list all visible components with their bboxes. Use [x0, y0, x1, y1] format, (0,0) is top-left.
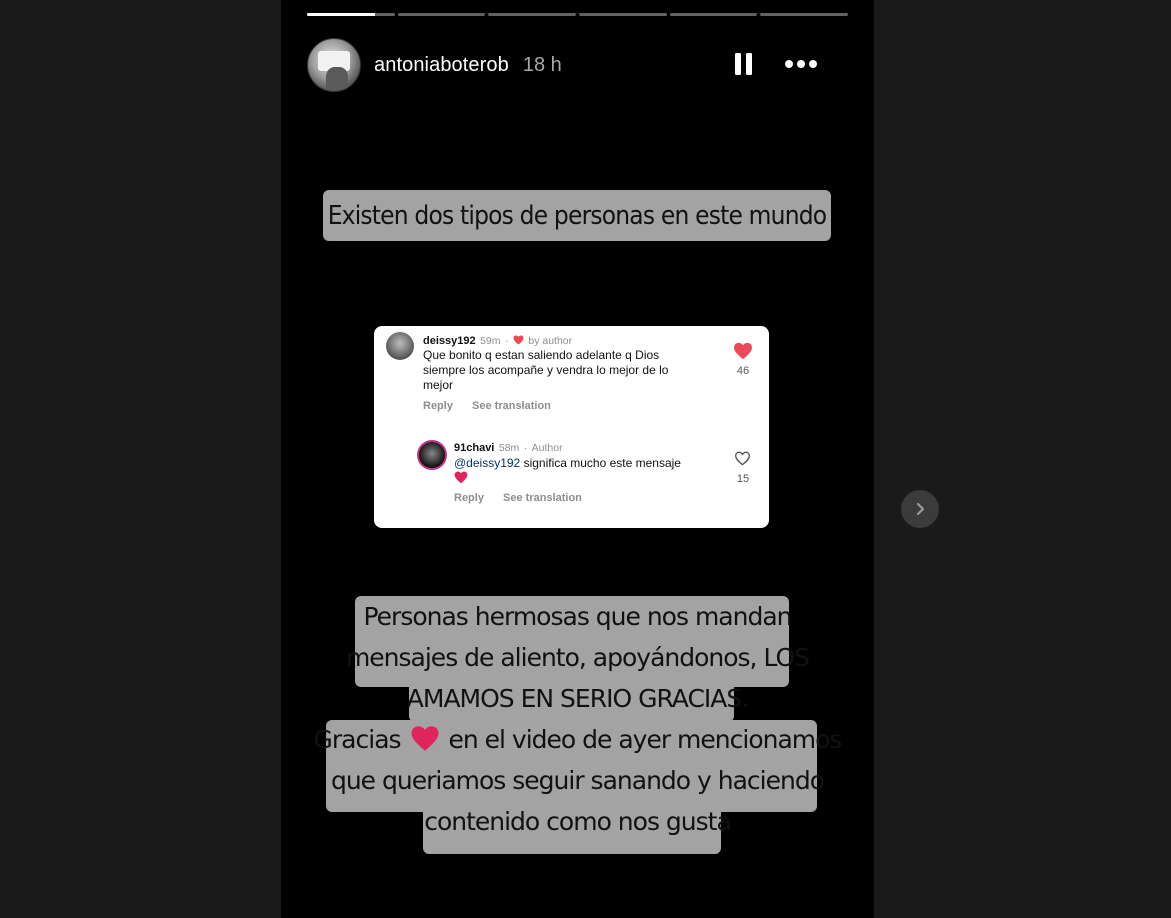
caption-line-gracias: Gracias en el video de ayer mencionamos	[281, 725, 874, 766]
pause-icon	[735, 53, 752, 75]
comment-actions: Reply See translation	[423, 400, 567, 412]
comment-username: deissy192	[423, 335, 476, 347]
next-story-button[interactable]	[901, 490, 939, 528]
comment-line: siempre los acompañe y vendra lo mejor d…	[423, 363, 669, 377]
reply-time: 58m	[498, 442, 520, 454]
reply-text: @deissy192 significa mucho este mensaje	[454, 456, 714, 487]
caption-line: que queriamos seguir sanando y haciendo	[330, 766, 825, 795]
story-progress-bars	[307, 13, 849, 16]
commenter-avatar	[386, 332, 414, 360]
username-link[interactable]: antoniaboterob	[374, 54, 509, 77]
caption-top-text: Existen dos tipos de personas en este mu…	[327, 200, 827, 231]
comment-line: mejor	[423, 378, 454, 392]
comment-header: deissy192 59m · by author	[423, 335, 573, 347]
reply-like-button[interactable]	[734, 451, 751, 471]
reply-link[interactable]: Reply	[423, 400, 453, 412]
more-options-button[interactable]	[782, 51, 822, 77]
caption-top: Existen dos tipos de personas en este mu…	[323, 190, 831, 241]
heart-outline-icon	[734, 451, 751, 466]
reply-header: 91chavi 58m · Author	[454, 442, 563, 454]
reply-like-count: 15	[736, 473, 750, 485]
caption-line: AMAMOS EN SERIO GRACIAS.	[406, 684, 749, 713]
progress-segment	[397, 13, 486, 16]
profile-avatar[interactable]	[307, 38, 361, 92]
heart-icon	[454, 471, 468, 484]
heart-icon	[734, 342, 752, 360]
progress-segment	[579, 13, 667, 16]
reply-body: significa mucho este mensaje	[523, 456, 681, 470]
caption-bottom: Personas hermosas que nos mandan mensaje…	[281, 602, 874, 848]
story-header: antoniaboterob 18 h	[307, 38, 848, 92]
progress-segment	[760, 13, 849, 16]
post-time: 18 h	[522, 53, 562, 76]
see-translation-link[interactable]: See translation	[472, 400, 551, 412]
comment-text: Que bonito q estan saliendo adelante q D…	[423, 348, 713, 393]
caption-line: en el video de ayer mencionamos	[448, 725, 842, 754]
reply-actions: Reply See translation	[454, 492, 598, 504]
chevron-right-icon	[916, 502, 925, 516]
reply-mention[interactable]: @deissy192	[454, 456, 520, 470]
caption-line: Personas hermosas que nos mandan	[363, 602, 792, 631]
reply-link[interactable]: Reply	[454, 492, 484, 504]
comment-like-button[interactable]	[733, 342, 753, 365]
heart-icon	[513, 335, 524, 345]
story-viewer: antoniaboterob 18 h Existen dos tipos de…	[281, 0, 874, 918]
comment-like-count: 46	[736, 365, 750, 377]
caption-gracias: Gracias	[313, 725, 402, 754]
see-translation-link[interactable]: See translation	[503, 492, 582, 504]
caption-line: mensajes de aliento, apoyándonos, LOS	[345, 643, 810, 672]
comment-screenshot: deissy192 59m · by author Que bonito q e…	[374, 326, 769, 528]
reply-username: 91chavi	[454, 442, 495, 454]
pause-button[interactable]	[731, 51, 757, 77]
heart-icon	[411, 726, 438, 751]
progress-segment	[669, 13, 758, 16]
reply-author-badge: Author	[531, 442, 563, 454]
liked-by-author: by author	[528, 335, 573, 347]
progress-fill	[307, 13, 375, 16]
comment-line: Que bonito q estan saliendo adelante q D…	[423, 348, 660, 362]
caption-line: contenido como nos gusta	[424, 807, 732, 836]
more-horizontal-icon	[785, 60, 817, 68]
progress-segment	[307, 13, 395, 16]
progress-segment	[488, 13, 577, 16]
comment-time: 59m	[480, 335, 501, 347]
reply-avatar	[417, 440, 447, 470]
